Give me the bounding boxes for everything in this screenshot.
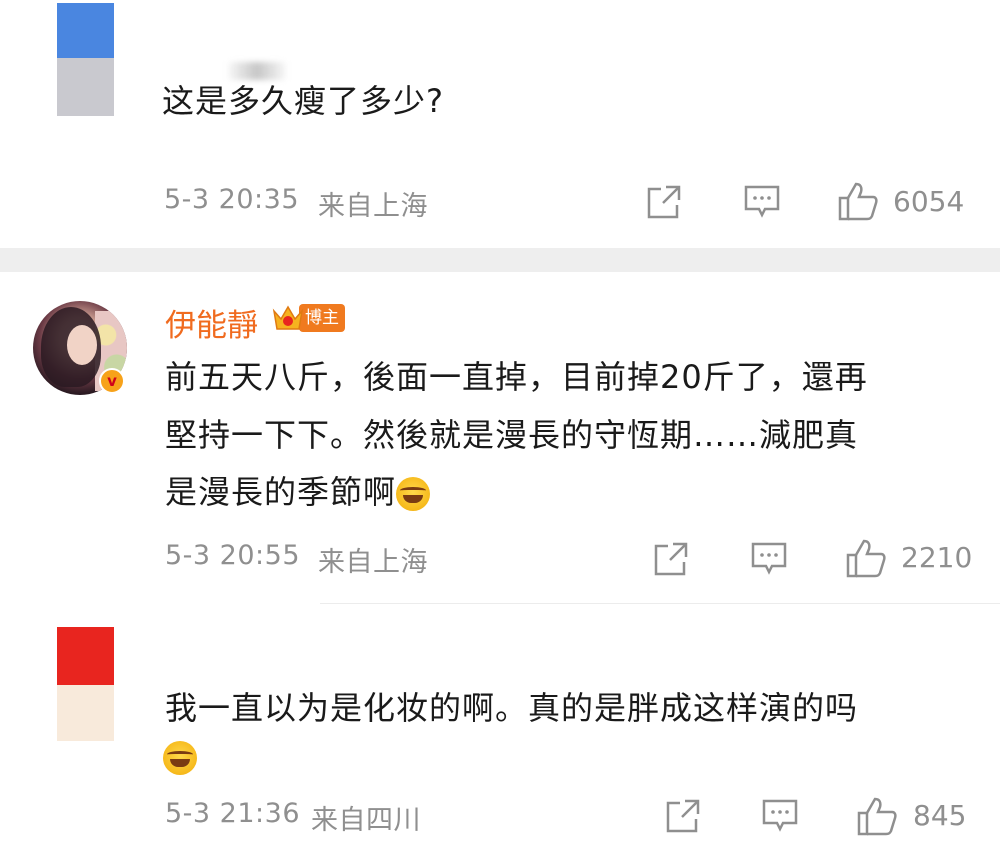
avatar-face xyxy=(67,325,97,365)
comment-time: 5-3 20:35 xyxy=(164,184,299,215)
comment-text-line: 前五天八斤，後面一直掉，目前掉20斤了，還再 xyxy=(165,358,868,396)
like-icon[interactable] xyxy=(837,180,879,222)
avatar-top xyxy=(57,3,114,58)
blogger-badge: 博主 xyxy=(271,301,345,335)
comment-icon[interactable] xyxy=(750,541,788,577)
comment-time: 5-3 20:55 xyxy=(165,540,300,571)
crown-icon xyxy=(272,305,304,330)
like-count: 845 xyxy=(913,799,967,832)
comment-icon[interactable] xyxy=(761,798,799,834)
like-count: 6054 xyxy=(893,185,965,218)
comment-text-line: 是漫長的季節啊 xyxy=(165,473,397,511)
share-icon[interactable] xyxy=(664,797,702,835)
like-icon[interactable] xyxy=(845,537,887,579)
comment-text-line-wrap: 是漫長的季節啊 xyxy=(165,467,431,517)
reply-divider xyxy=(320,603,1000,604)
avatar[interactable] xyxy=(57,3,114,116)
comment-text: 这是多久瘦了多少? xyxy=(162,82,444,120)
share-icon[interactable] xyxy=(652,540,690,578)
comment-location: 来自上海 xyxy=(318,191,428,222)
avatar-bottom xyxy=(57,58,114,116)
comment-text-line: 堅持一下下。然後就是漫長的守恆期……減肥真 xyxy=(165,416,859,454)
comment-text-line: 我一直以为是化妆的啊。真的是胖成这样演的吗 xyxy=(165,689,859,727)
comment-location: 来自上海 xyxy=(318,547,428,578)
avatar[interactable] xyxy=(57,627,114,741)
laugh-cry-icon xyxy=(163,741,197,775)
laugh-cry-icon xyxy=(396,477,431,511)
badge-label: 博主 xyxy=(299,304,345,332)
comment-location: 来自四川 xyxy=(311,805,421,836)
comment-time: 5-3 21:36 xyxy=(165,798,300,829)
share-icon[interactable] xyxy=(645,183,683,221)
section-divider xyxy=(0,248,1000,272)
avatar-top xyxy=(57,627,114,685)
like-count: 2210 xyxy=(901,541,973,574)
emoji-line xyxy=(163,731,197,781)
verified-icon: v xyxy=(99,368,125,394)
comment-icon[interactable] xyxy=(743,184,781,220)
username[interactable]: 伊能靜 xyxy=(165,300,258,345)
avatar-bottom xyxy=(57,685,114,741)
like-icon[interactable] xyxy=(856,795,898,837)
